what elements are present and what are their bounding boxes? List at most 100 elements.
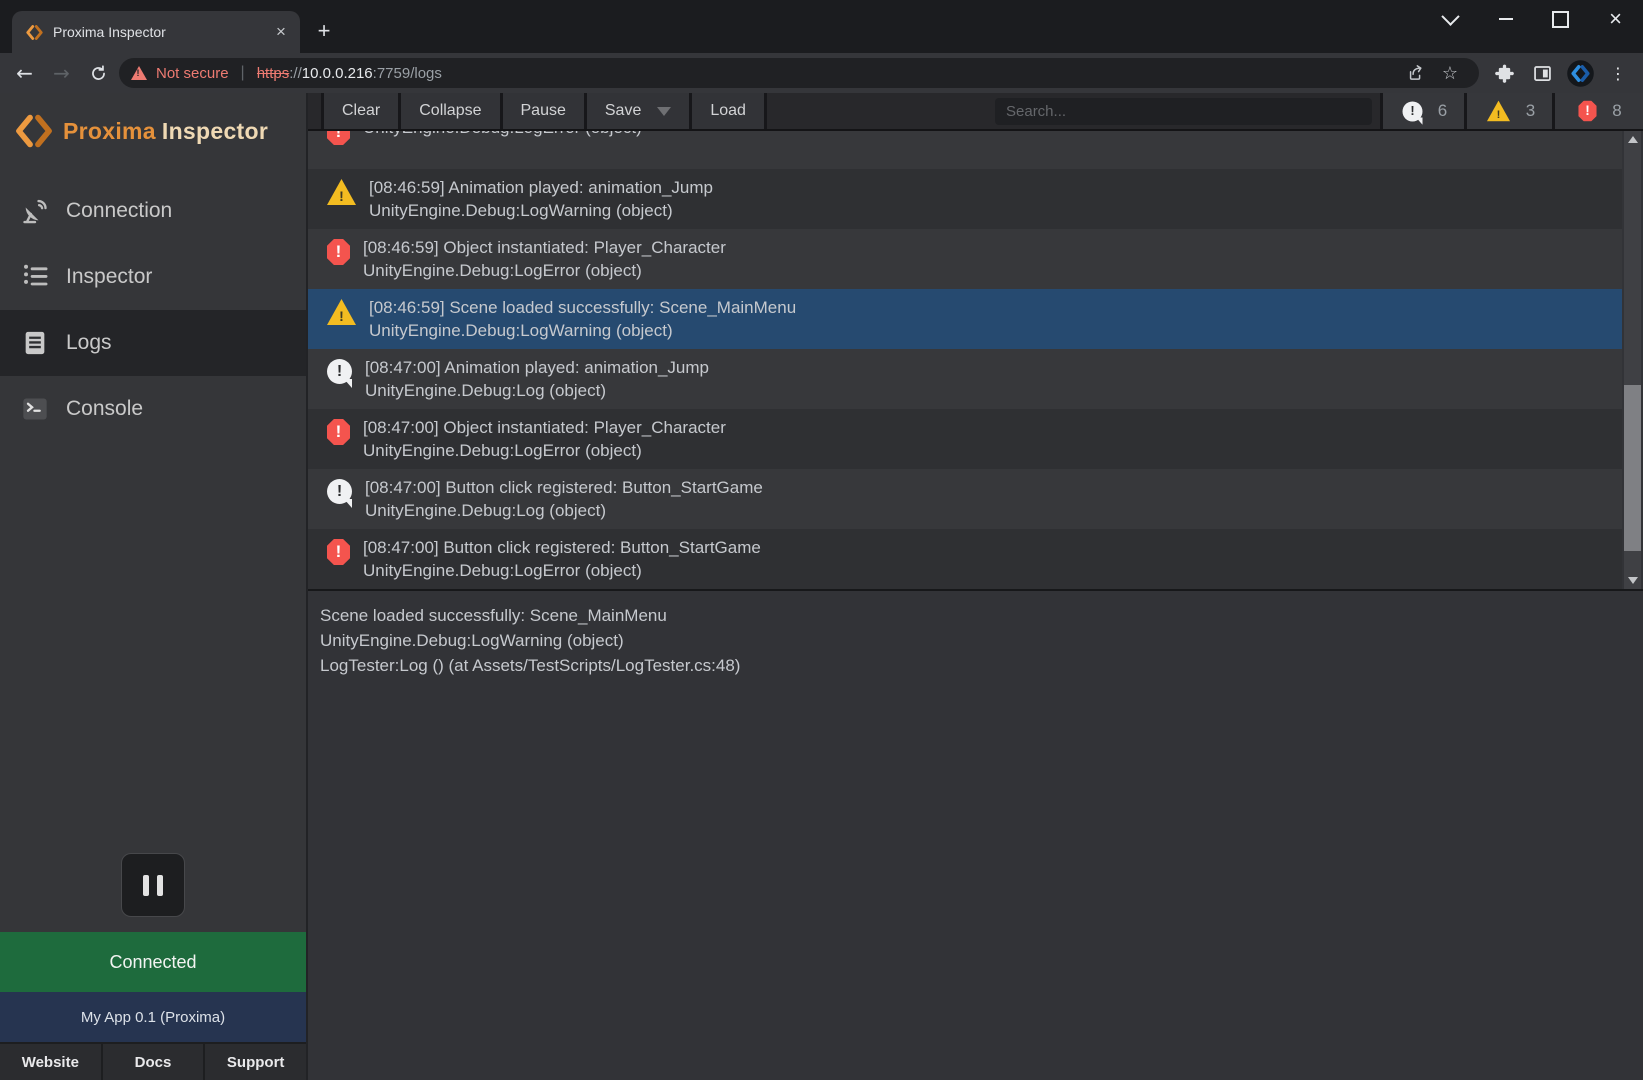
not-secure-label[interactable]: Not secure <box>156 65 229 82</box>
scrollbar-down-icon[interactable] <box>1624 572 1641 589</box>
log-message: [08:46:59] Animation played: animation_J… <box>369 176 713 199</box>
load-button[interactable]: Load <box>689 93 767 129</box>
log-row[interactable]: [08:47:00] Object instantiated: Player_C… <box>308 409 1622 469</box>
log-scrollbar[interactable] <box>1624 131 1641 589</box>
error-icon <box>327 131 350 145</box>
collapse-button[interactable]: Collapse <box>398 93 499 129</box>
proxima-logo: ProximaInspector <box>0 93 306 154</box>
sidebar-item-label: Console <box>66 397 143 421</box>
browser-navbar: ← → Not secure | https://10.0.0.216:7759… <box>0 53 1643 93</box>
sidebar-item-console[interactable]: Console <box>0 376 306 442</box>
terminal-icon <box>21 395 49 423</box>
url-text[interactable]: https://10.0.0.216:7759/logs <box>257 65 1399 82</box>
not-secure-warning-icon <box>131 66 147 80</box>
log-message: [08:47:00] Button click registered: Butt… <box>363 536 761 559</box>
tab-title: Proxima Inspector <box>53 24 270 40</box>
save-button[interactable]: Save <box>584 93 689 129</box>
favicon-proxima-logo-icon <box>26 24 43 41</box>
connection-status-bar: Connected <box>0 932 306 992</box>
footer-link-website[interactable]: Website <box>0 1044 101 1080</box>
log-list: UnityEngine.Debug:LogError (object)[08:4… <box>308 131 1622 589</box>
detail-line-source: UnityEngine.Debug:LogWarning (object) <box>320 628 1643 653</box>
log-source: UnityEngine.Debug:LogWarning (object) <box>369 319 796 342</box>
pause-button[interactable]: Pause <box>500 93 584 129</box>
sidebar-nav: Connection Inspector <box>0 178 306 442</box>
log-row[interactable]: [08:47:00] Animation played: animation_J… <box>308 349 1622 409</box>
save-dropdown-caret-icon[interactable] <box>657 107 671 116</box>
extensions-puzzle-icon[interactable] <box>1485 56 1523 90</box>
log-icon <box>327 359 352 384</box>
pause-icon <box>143 875 149 896</box>
sidebar-item-connection[interactable]: Connection <box>0 178 306 244</box>
detail-line-stacktrace: LogTester:Log () (at Assets/TestScripts/… <box>320 653 1643 678</box>
document-icon <box>21 329 49 357</box>
scrollbar-thumb[interactable] <box>1624 385 1641 551</box>
log-count-badge[interactable]: 6 <box>1380 93 1464 129</box>
app-name-bar: My App 0.1 (Proxima) <box>0 992 306 1042</box>
minimize-button[interactable] <box>1478 0 1533 38</box>
bookmark-star-icon[interactable]: ☆ <box>1433 59 1467 87</box>
search-input[interactable] <box>995 98 1372 125</box>
clear-button[interactable]: Clear <box>321 93 398 129</box>
log-source: UnityEngine.Debug:Log (object) <box>365 499 763 522</box>
log-list-viewport: UnityEngine.Debug:LogError (object)[08:4… <box>308 131 1643 589</box>
warning-icon <box>327 299 356 325</box>
url-divider: | <box>241 64 245 82</box>
warning-triangle-icon <box>1487 101 1510 122</box>
close-window-button[interactable]: × <box>1588 0 1643 38</box>
sidebar-item-inspector[interactable]: Inspector <box>0 244 306 310</box>
side-panel-icon[interactable] <box>1523 56 1561 90</box>
maximize-button[interactable] <box>1533 0 1588 38</box>
log-source: UnityEngine.Debug:LogWarning (object) <box>369 199 713 222</box>
log-row[interactable]: [08:47:00] Button click registered: Butt… <box>308 469 1622 529</box>
main-content: Clear Collapse Pause Save Load 6 3 <box>308 93 1643 1080</box>
error-octagon-icon <box>1579 101 1597 122</box>
logo-text-inspector: Inspector <box>162 118 268 144</box>
error-count-badge[interactable]: 8 <box>1552 93 1643 129</box>
log-source: UnityEngine.Debug:LogError (object) <box>363 131 642 139</box>
warning-icon <box>327 179 356 205</box>
log-row[interactable]: UnityEngine.Debug:LogError (object) <box>308 131 1622 169</box>
list-icon <box>21 263 49 291</box>
satellite-icon <box>21 197 49 225</box>
footer-link-support[interactable]: Support <box>203 1044 306 1080</box>
log-source: UnityEngine.Debug:LogError (object) <box>363 259 726 282</box>
log-row[interactable]: [08:46:59] Scene loaded successfully: Sc… <box>308 289 1622 349</box>
log-row[interactable]: [08:46:59] Animation played: animation_J… <box>308 169 1622 229</box>
footer-link-docs[interactable]: Docs <box>101 1044 204 1080</box>
log-message: [08:46:59] Scene loaded successfully: Sc… <box>369 296 796 319</box>
sidebar-item-label: Inspector <box>66 265 152 289</box>
logs-toolbar: Clear Collapse Pause Save Load 6 3 <box>308 93 1643 131</box>
error-icon <box>327 539 350 565</box>
browser-tab[interactable]: Proxima Inspector × <box>12 11 300 53</box>
reload-icon[interactable] <box>80 56 117 90</box>
sidebar: ProximaInspector Connection <box>0 93 308 1080</box>
sidebar-footer: Website Docs Support <box>0 1042 306 1080</box>
profile-avatar[interactable] <box>1561 56 1599 90</box>
log-row[interactable]: [08:46:59] Object instantiated: Player_C… <box>308 229 1622 289</box>
sidebar-item-label: Connection <box>66 199 172 223</box>
tab-search-chevron-icon[interactable] <box>1423 0 1478 38</box>
log-icon <box>327 479 352 504</box>
scrollbar-up-icon[interactable] <box>1624 131 1641 148</box>
log-message: [08:47:00] Button click registered: Butt… <box>365 476 763 499</box>
pause-stream-button[interactable] <box>121 853 185 917</box>
forward-icon[interactable]: → <box>43 56 80 90</box>
sidebar-item-logs[interactable]: Logs <box>0 310 306 376</box>
back-icon[interactable]: ← <box>6 56 43 90</box>
browser-window: Proxima Inspector × + × ← → Not secure |… <box>0 0 1643 1080</box>
address-bar[interactable]: Not secure | https://10.0.0.216:7759/log… <box>119 58 1479 88</box>
log-detail-pane: Scene loaded successfully: Scene_MainMen… <box>308 589 1643 1080</box>
detail-line-message: Scene loaded successfully: Scene_MainMen… <box>320 603 1643 628</box>
new-tab-button[interactable]: + <box>310 17 338 45</box>
warning-count-badge[interactable]: 3 <box>1464 93 1552 129</box>
log-source: UnityEngine.Debug:LogError (object) <box>363 439 726 462</box>
log-message: [08:47:00] Object instantiated: Player_C… <box>363 416 726 439</box>
error-icon <box>327 239 350 265</box>
log-row[interactable]: [08:47:00] Button click registered: Butt… <box>308 529 1622 589</box>
share-icon[interactable] <box>1399 59 1433 87</box>
browser-menu-kebab-icon[interactable]: ⋮ <box>1599 56 1637 90</box>
log-message: [08:47:00] Animation played: animation_J… <box>365 356 709 379</box>
error-icon <box>327 419 350 445</box>
tab-close-icon[interactable]: × <box>270 21 292 43</box>
